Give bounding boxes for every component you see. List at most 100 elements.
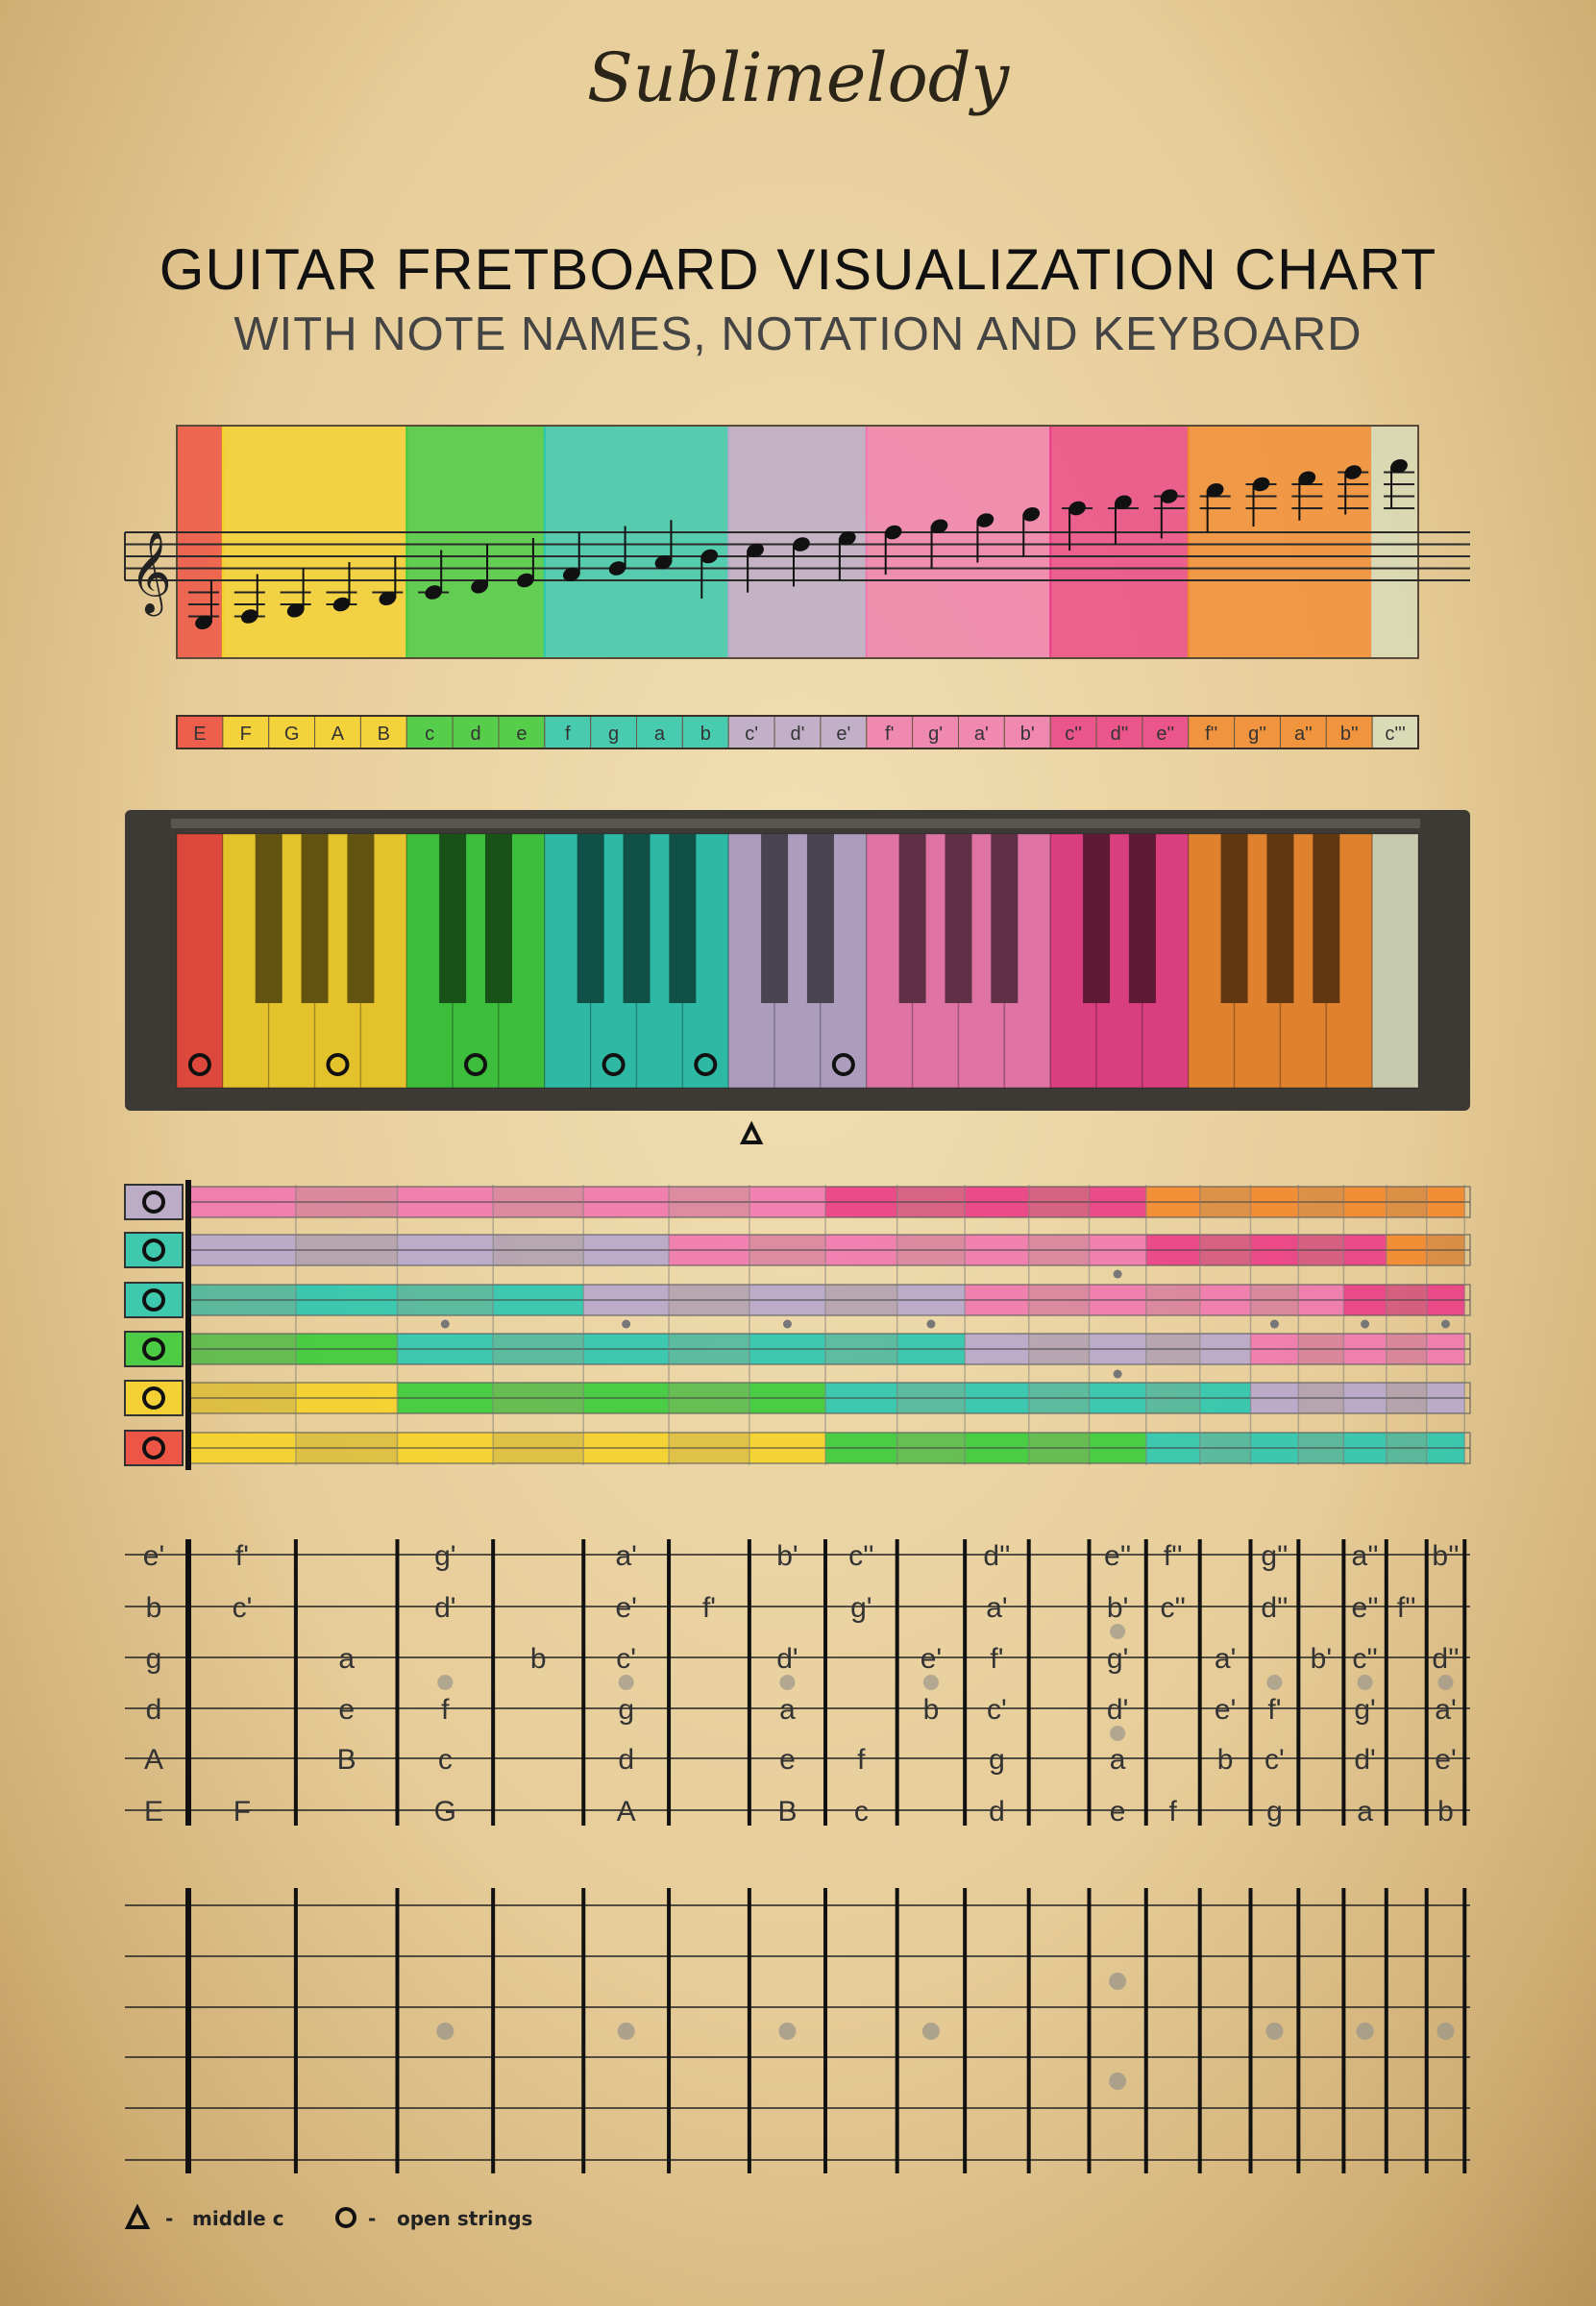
fret-note-label: e' — [615, 1592, 636, 1624]
fret-note-label: d'' — [1261, 1592, 1288, 1624]
staff-color-band — [1187, 425, 1374, 659]
black-key-shade — [484, 834, 512, 1003]
black-key-shade — [945, 834, 972, 1003]
note-name-label: G — [284, 724, 300, 745]
fret-note-label: g' — [850, 1592, 872, 1624]
fret-note-label: b — [1217, 1744, 1234, 1776]
note-name-label: A — [331, 724, 345, 745]
fret-note-label: b — [923, 1694, 940, 1726]
staff-color-band — [1049, 425, 1190, 659]
fret-note-label: c — [854, 1796, 869, 1828]
fret-note-label: d — [618, 1744, 634, 1776]
fret-marker-dot — [1110, 1726, 1126, 1741]
open-note-label: d — [146, 1694, 162, 1726]
svg-text:-: - — [165, 2207, 173, 2230]
note-name-strip: E F G A Bc d e f g a b c' d' e' f' g' a' b' c'' d'' e'' f'' g'… — [176, 715, 1419, 749]
fret-note-label: c' — [987, 1694, 1007, 1726]
note-name-label: f'' — [1205, 724, 1217, 745]
fret-note-label: c' — [616, 1643, 636, 1675]
fret-note-label: d'' — [983, 1540, 1010, 1572]
fret-note-label: f' — [235, 1540, 249, 1572]
fret-note-label: c'' — [1160, 1592, 1185, 1624]
fret-note-label: c'' — [848, 1540, 873, 1572]
fret-note-label: a' — [1435, 1694, 1456, 1726]
open-string-cell — [124, 1282, 184, 1318]
fret-note-label: d' — [1107, 1694, 1128, 1726]
fret-note-label: f — [441, 1694, 450, 1726]
fret-note-label: b — [1437, 1796, 1454, 1828]
open-note-label: e' — [143, 1540, 164, 1572]
fret-note-label: b'' — [1432, 1540, 1459, 1572]
fret-note-label: e'' — [1352, 1592, 1379, 1624]
fret-marker-dot — [921, 2023, 940, 2040]
treble-clef-icon: 𝄞 — [130, 531, 172, 617]
fret-marker-dot — [1356, 2023, 1374, 2040]
colored-fretboard — [124, 1180, 1471, 1470]
fret-marker-dot — [618, 1675, 634, 1690]
fret-note-label: a'' — [1352, 1540, 1379, 1572]
piano-keyboard — [125, 810, 1470, 1144]
fret-note-label: c'' — [1352, 1643, 1377, 1675]
fret-note-label: f' — [990, 1643, 1003, 1675]
note-name-label: a' — [974, 724, 989, 745]
fret-note-label: b' — [1311, 1643, 1332, 1675]
fret-note-label: b' — [776, 1540, 798, 1572]
note-name-label: F — [240, 724, 252, 745]
fret-marker-dot — [782, 1319, 792, 1329]
open-string-cell — [124, 1430, 184, 1466]
svg-text:-: - — [368, 2207, 376, 2230]
legend: middle c - - open strings — [124, 2203, 532, 2230]
fret-note-label: g — [989, 1744, 1005, 1776]
fret-note-label: f' — [1267, 1694, 1281, 1726]
open-string-cell — [124, 1232, 184, 1268]
fret-marker-dot — [1269, 1319, 1279, 1329]
fret-note-label: f — [1169, 1796, 1178, 1828]
note-name-label: g' — [928, 724, 943, 745]
note-name-label: a'' — [1294, 724, 1313, 745]
staff-color-band — [1371, 425, 1420, 659]
fret-note-label: f'' — [1397, 1592, 1416, 1624]
fret-note-label: f' — [702, 1592, 716, 1624]
fret-note-label: a' — [986, 1592, 1007, 1624]
fret-note-label: G — [434, 1796, 456, 1828]
note-name-label: c' — [745, 724, 758, 745]
open-string-cell — [124, 1331, 184, 1367]
fret-marker-dot — [1266, 1675, 1283, 1690]
fret-note-label: g — [618, 1694, 634, 1726]
fret-note-label: a — [1357, 1796, 1373, 1828]
fret-note-label: e' — [1215, 1694, 1236, 1726]
note-name-label: c'' — [1065, 724, 1082, 745]
note-name-label: E — [193, 724, 206, 745]
legend-open-strings-label: open strings — [397, 2207, 532, 2230]
fret-note-label: e' — [1435, 1744, 1456, 1776]
fret-note-label: B — [337, 1744, 356, 1776]
fret-marker-dot — [926, 1319, 936, 1329]
open-string-cell — [124, 1380, 184, 1416]
black-key-shade — [301, 834, 329, 1003]
fret-note-label: g' — [434, 1540, 455, 1572]
black-key-shade — [623, 834, 651, 1003]
fret-note-label: c' — [1265, 1744, 1285, 1776]
staff-color-band — [405, 425, 546, 659]
fret-marker-dot — [1110, 1624, 1126, 1639]
black-key-shade — [761, 834, 789, 1003]
fret-note-label: b' — [1107, 1592, 1128, 1624]
fret-note-label: b — [530, 1643, 547, 1675]
fret-note-label: a' — [1215, 1643, 1236, 1675]
fret-note-label: B — [777, 1796, 797, 1828]
fret-note-label: A — [617, 1796, 636, 1828]
fret-marker-dot — [440, 1319, 450, 1329]
notation-staff-section: 𝄞 — [124, 425, 1470, 659]
open-string-icon — [335, 2207, 356, 2228]
fret-marker-dot — [779, 1675, 796, 1690]
white-key — [176, 833, 224, 1089]
fret-note-label: g'' — [1261, 1540, 1288, 1572]
black-key-shade — [1266, 834, 1294, 1003]
legend-middle-c-label: middle c — [192, 2207, 284, 2230]
note-name-label: B — [378, 724, 390, 745]
fret-note-label: d' — [434, 1592, 455, 1624]
note-name-label: c''' — [1385, 724, 1405, 745]
open-note-label: g — [146, 1643, 162, 1675]
black-key-shade — [898, 834, 926, 1003]
fret-note-label: a — [1110, 1744, 1126, 1776]
